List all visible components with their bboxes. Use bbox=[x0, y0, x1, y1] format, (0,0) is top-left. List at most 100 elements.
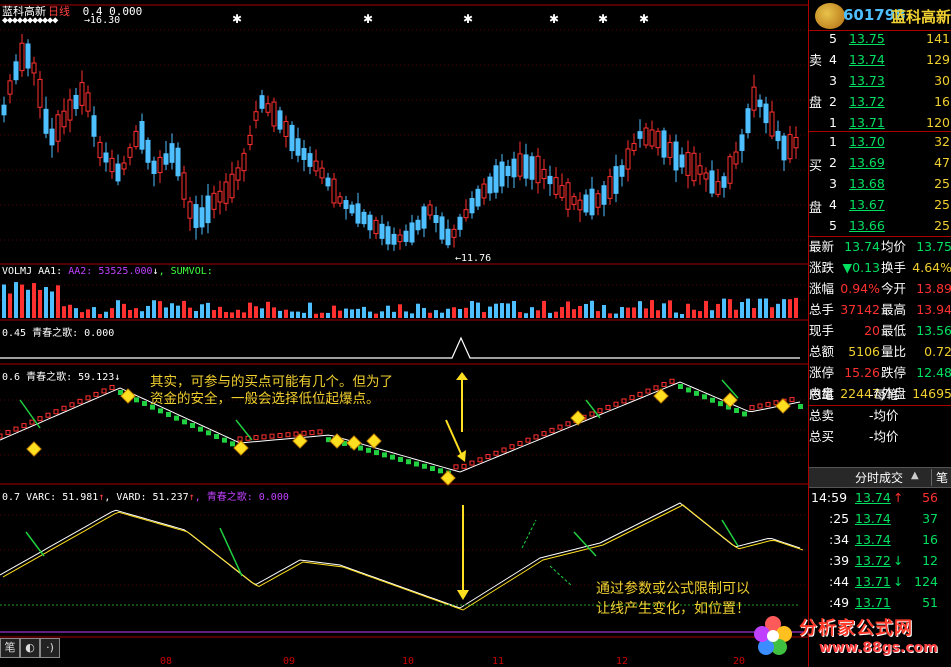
candle-body bbox=[289, 124, 295, 152]
qc2-up-marker bbox=[69, 402, 75, 408]
volume-bar bbox=[2, 284, 6, 318]
candle-body bbox=[295, 138, 301, 156]
stat-label: 涨跌 bbox=[809, 260, 835, 275]
candle-body bbox=[517, 153, 523, 177]
tab-bi[interactable]: 笔 bbox=[931, 469, 948, 486]
candle-body bbox=[97, 141, 103, 159]
ask-row: 3 13.73 30 bbox=[809, 70, 951, 91]
extra-row: 总笔 -每笔 bbox=[809, 384, 951, 405]
candle-body bbox=[235, 167, 241, 181]
qc2-down-marker bbox=[374, 450, 379, 456]
qc2-up-marker bbox=[477, 457, 483, 463]
stat-row: 涨跌 ▼0.13 换手 4.64% bbox=[809, 257, 951, 278]
candle-body bbox=[583, 194, 589, 213]
stat-value: 15.26 bbox=[844, 365, 880, 380]
candle-body bbox=[133, 130, 139, 148]
candle-body bbox=[37, 78, 43, 108]
candle-body bbox=[247, 134, 253, 146]
extra-label: 总卖 bbox=[809, 408, 835, 423]
watermark-url: www.88gs.com bbox=[819, 640, 938, 656]
volume-bar bbox=[470, 301, 474, 318]
ask-price: 13.73 bbox=[849, 73, 885, 88]
candle-body bbox=[415, 219, 421, 231]
volume-bar bbox=[182, 300, 186, 318]
candle-body bbox=[373, 219, 379, 235]
buy-side-label-2: 盘 bbox=[809, 201, 823, 216]
buy-diamond-icon bbox=[570, 410, 586, 426]
btn-theme[interactable]: ◐ bbox=[20, 638, 40, 658]
volume-bar bbox=[698, 311, 702, 318]
volume-bar bbox=[536, 310, 540, 318]
volume-bar bbox=[98, 313, 102, 318]
qc2-up-marker bbox=[309, 430, 315, 436]
volume-bar bbox=[224, 312, 228, 318]
yellow-arrow-head-icon bbox=[457, 590, 469, 600]
ask-price: 13.71 bbox=[849, 115, 885, 130]
volume-bar bbox=[512, 301, 516, 318]
candle-body bbox=[229, 173, 235, 199]
volume-bar bbox=[494, 303, 498, 318]
bid-row: 4 13.67 25 bbox=[809, 194, 951, 215]
candle-body bbox=[13, 61, 19, 81]
qc2-up-marker bbox=[637, 391, 643, 397]
candle-body bbox=[43, 108, 49, 134]
volume-bar bbox=[344, 308, 348, 318]
qc2-down-marker bbox=[214, 434, 219, 439]
candle-body bbox=[361, 211, 367, 225]
stat-value: 5106 bbox=[848, 344, 880, 359]
volume-bar bbox=[542, 300, 546, 318]
volume-bar bbox=[710, 310, 714, 318]
candle-body bbox=[385, 226, 391, 245]
stat-label: 均价 bbox=[881, 239, 907, 254]
volume-bar bbox=[80, 312, 84, 318]
candle-body bbox=[715, 181, 721, 195]
candle-body bbox=[667, 142, 673, 158]
chart-canvas[interactable]: ✱ ✱ ✱ ✱ ✱ ✱ bbox=[0, 0, 808, 667]
month-08: 08 bbox=[160, 656, 173, 667]
volume-bar bbox=[302, 312, 306, 318]
candle-body bbox=[391, 233, 397, 245]
candle-body bbox=[211, 192, 217, 210]
btn-mode[interactable]: 笔 bbox=[0, 638, 20, 658]
volume-bar bbox=[236, 309, 240, 318]
qc2-up-marker bbox=[517, 440, 523, 446]
tick-tab[interactable]: 分时成交 ▲ 笔 bbox=[809, 467, 951, 488]
qc2-up-marker bbox=[565, 421, 571, 427]
chart-area[interactable]: ✱ ✱ ✱ ✱ ✱ ✱ 蓝科高新 日线 0.4 0.000 ◆◆◆◆◆◆◆◆◆◆◆ →16.… bbox=[0, 0, 808, 667]
qc2-down-marker bbox=[406, 459, 411, 465]
candle-body bbox=[283, 121, 289, 137]
volume-bar bbox=[56, 285, 60, 318]
candle-body bbox=[475, 188, 481, 207]
candle-body bbox=[49, 128, 55, 146]
volume-bar bbox=[668, 300, 672, 318]
volume-bar bbox=[398, 304, 402, 318]
candle-body bbox=[727, 156, 733, 184]
volume-bar bbox=[392, 311, 396, 318]
candle-body bbox=[571, 196, 577, 205]
candle-body bbox=[499, 161, 505, 187]
candle-body bbox=[175, 147, 181, 177]
tab-arrow-icon[interactable]: ▲ bbox=[911, 470, 919, 481]
candle-body bbox=[241, 152, 247, 172]
stat-row: 涨停 15.26 跌停 12.48 bbox=[809, 362, 951, 383]
candle-body bbox=[331, 178, 337, 204]
candle-body bbox=[757, 99, 763, 108]
volume-bar bbox=[686, 303, 690, 318]
candle-body bbox=[7, 80, 13, 95]
qc2-up-marker bbox=[749, 405, 755, 411]
candle-body bbox=[637, 131, 643, 139]
qc1-indicator-label: 0.45 青春之歌: 0.000 bbox=[2, 328, 115, 339]
stat-label: 总手 bbox=[809, 302, 835, 317]
ask-level: 4 bbox=[829, 52, 837, 67]
volume-bar bbox=[200, 304, 204, 318]
candle-body bbox=[409, 222, 415, 243]
tick-time: :39 bbox=[829, 553, 850, 568]
ask-volume: 16 bbox=[934, 94, 950, 109]
tab-ticks[interactable]: 分时成交 bbox=[855, 469, 903, 486]
qc2-up-marker bbox=[765, 401, 771, 407]
qc2-up-marker bbox=[509, 444, 515, 450]
candle-body bbox=[151, 160, 157, 174]
btn-sound[interactable]: ·) bbox=[40, 638, 60, 658]
candle-body bbox=[601, 185, 607, 205]
qc2-up-marker bbox=[21, 423, 27, 429]
